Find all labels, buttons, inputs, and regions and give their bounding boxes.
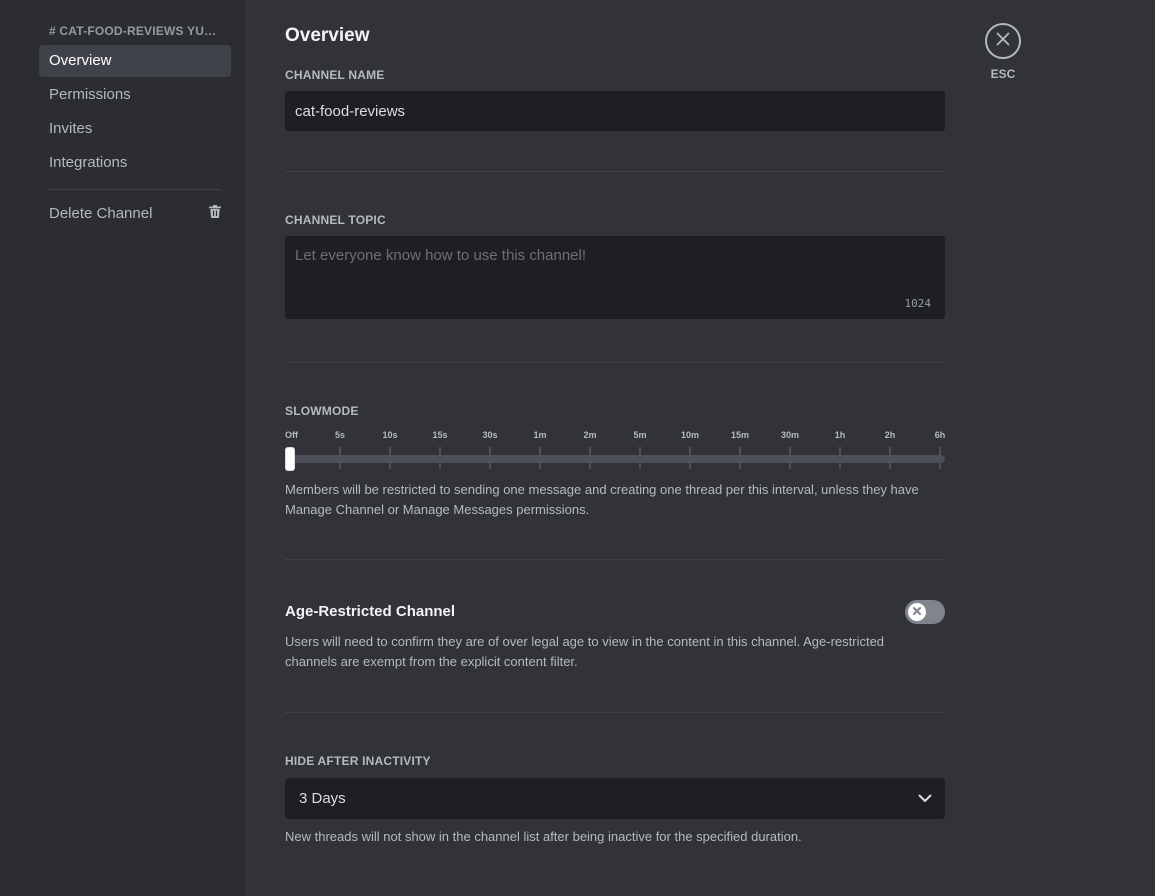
esc-label: ESC: [990, 67, 1016, 81]
delete-channel-button[interactable]: Delete Channel: [39, 198, 231, 230]
slowmode-label: SLOWMODE: [285, 404, 359, 418]
page-title: Overview: [285, 25, 370, 46]
age-restricted-description: Users will need to confirm they are of o…: [285, 634, 885, 669]
sidebar-item-overview[interactable]: Overview: [39, 45, 231, 77]
section-divider: [285, 362, 945, 363]
x-icon: [912, 603, 922, 621]
slider-tick-mark: [939, 447, 941, 469]
slider-tick-mark: [789, 447, 791, 469]
slider-tick-mark: [689, 447, 691, 469]
slider-tick-mark: [739, 447, 741, 469]
section-divider: [285, 559, 945, 560]
slider-tick-mark: [439, 447, 441, 469]
trash-icon: [209, 198, 221, 230]
slider-tick-label: 10s: [382, 430, 398, 440]
channel-topic-label: CHANNEL TOPIC: [285, 213, 386, 227]
toggle-knob: [908, 603, 926, 621]
close-button[interactable]: [985, 23, 1021, 59]
section-divider: [285, 712, 945, 713]
channel-header: # CAT-FOOD-REVIEWS YUMMY: [49, 24, 224, 38]
slider-tick-mark: [489, 447, 491, 469]
close-icon: [996, 32, 1010, 51]
slowmode-description: Members will be restricted to sending on…: [285, 482, 919, 517]
slider-track[interactable]: [289, 455, 945, 463]
slider-tick-label: Off: [285, 430, 298, 440]
hide-after-inactivity-label: HIDE AFTER INACTIVITY: [285, 754, 431, 768]
slider-tick-label: 1h: [834, 430, 846, 440]
section-divider: [285, 171, 945, 172]
slider-tick-label: 2h: [884, 430, 896, 440]
channel-topic-wrapper: 1024: [285, 236, 945, 319]
hide-after-inactivity-description: New threads will not show in the channel…: [285, 829, 802, 844]
slider-tick-mark: [539, 447, 541, 469]
chevron-down-icon: [918, 790, 932, 808]
age-restricted-toggle[interactable]: [905, 600, 945, 624]
slider-tick-label: 2m: [583, 430, 597, 440]
character-counter: 1024: [904, 297, 932, 310]
slider-tick-label: 15m: [730, 430, 750, 440]
sidebar-item-integrations[interactable]: Integrations: [39, 147, 231, 179]
slider-tick-mark: [639, 447, 641, 469]
slider-tick-mark: [389, 447, 391, 469]
settings-sidebar: # CAT-FOOD-REVIEWS YUMMY Overview Permis…: [0, 0, 245, 896]
select-value: 3 Days: [299, 790, 346, 807]
channel-name-input[interactable]: [285, 91, 945, 131]
delete-channel-label: Delete Channel: [49, 205, 153, 222]
slider-tick-label: 6h: [934, 430, 946, 440]
slider-tick-mark: [339, 447, 341, 469]
slider-tick-label: 5s: [334, 430, 346, 440]
slider-tick-mark: [589, 447, 591, 469]
slider-handle[interactable]: [285, 447, 295, 471]
slider-tick-label: 15s: [432, 430, 448, 440]
channel-topic-input[interactable]: [285, 236, 945, 319]
slider-tick-mark: [839, 447, 841, 469]
channel-name-label: CHANNEL NAME: [285, 68, 385, 82]
slider-tick-mark: [889, 447, 891, 469]
slider-tick-label: 30m: [780, 430, 800, 440]
slider-tick-label: 30s: [482, 430, 498, 440]
close-area: ESC: [985, 23, 1021, 81]
slider-tick-label: 1m: [533, 430, 547, 440]
sidebar-divider: [49, 189, 221, 190]
sidebar-item-permissions[interactable]: Permissions: [39, 79, 231, 111]
slider-tick-label: 10m: [680, 430, 700, 440]
age-restricted-title: Age-Restricted Channel: [285, 603, 456, 620]
slider-tick-label: 5m: [633, 430, 647, 440]
hide-after-inactivity-select[interactable]: 3 Days: [285, 778, 945, 819]
slowmode-slider[interactable]: Off 5s 10s 15s 30s 1m 2m 5m 10m 15m 30m 1h 2h 6h: [285, 430, 946, 471]
sidebar-item-invites[interactable]: Invites: [39, 113, 231, 145]
